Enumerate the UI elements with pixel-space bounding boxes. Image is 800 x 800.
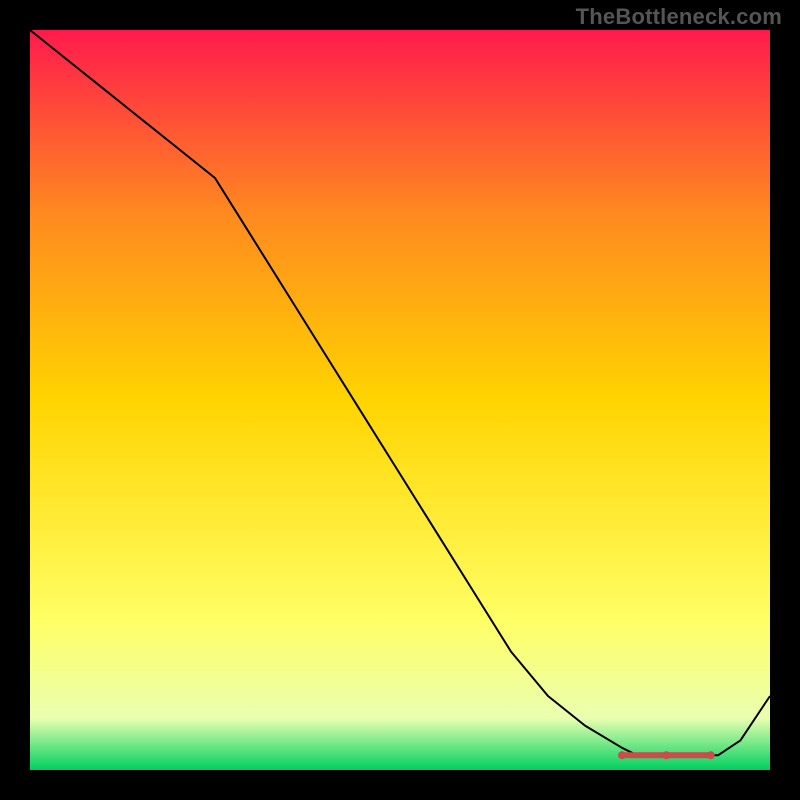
optimal-range-marker (618, 751, 715, 759)
chart-stage: TheBottleneck.com (0, 0, 800, 800)
watermark-text: TheBottleneck.com (576, 4, 782, 30)
plot-svg (30, 30, 770, 770)
optimal-range-dot (618, 751, 626, 759)
plot-area (30, 30, 770, 770)
optimal-range-dot (662, 751, 670, 759)
gradient-background (30, 30, 770, 770)
optimal-range-dot (707, 751, 715, 759)
